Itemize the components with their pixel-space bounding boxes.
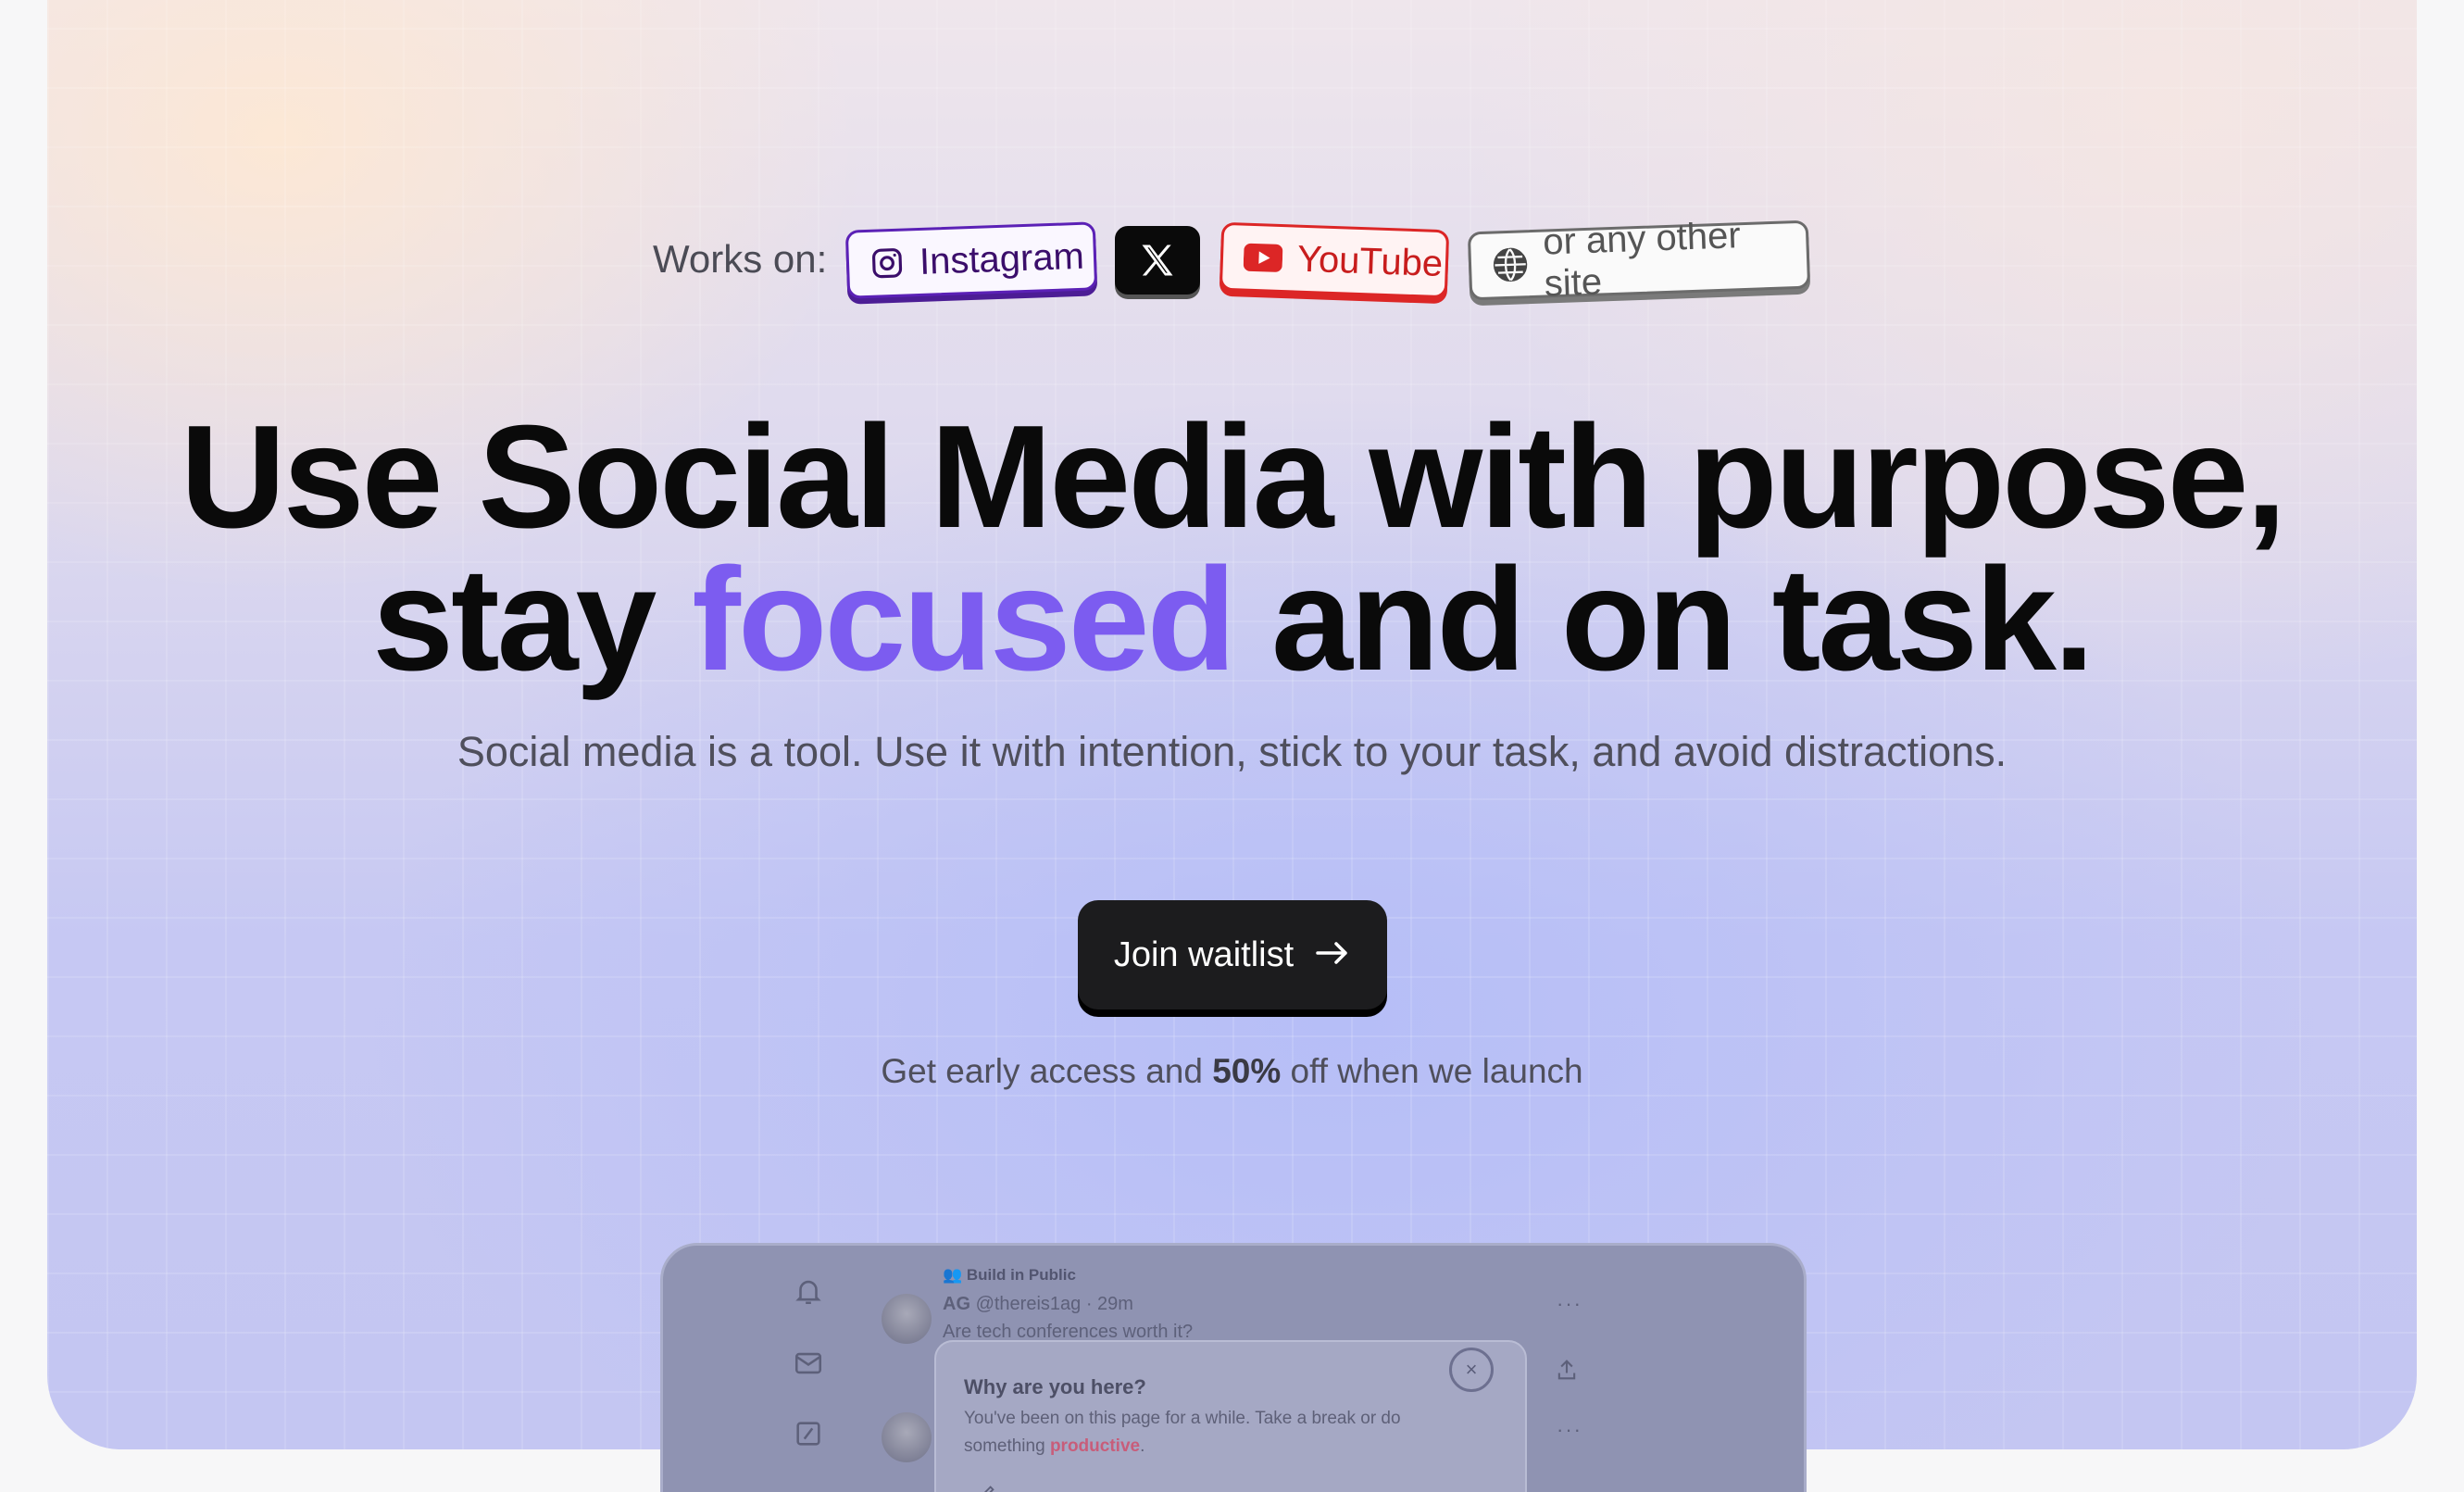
slash-box-icon — [793, 1418, 824, 1449]
join-waitlist-label: Join waitlist — [1113, 934, 1295, 974]
focus-modal: Why are you here? You've been on this pa… — [934, 1340, 1527, 1492]
subtitle: Social media is a tool. Use it with inte… — [457, 728, 2007, 775]
note-before: Get early access and — [881, 1052, 1213, 1090]
instagram-chip[interactable]: Instagram — [844, 221, 1098, 299]
modal-body: You've been on this page for a while. Ta… — [964, 1409, 1406, 1456]
modal-highlight: productive — [1049, 1436, 1141, 1456]
works-on-row: Works on: Instagram YouTube or any other… — [0, 215, 2464, 311]
app-preview: 👥 Build in Public AG @thereis1ag · 29m A… — [660, 1243, 1807, 1492]
share-icon[interactable] — [1554, 1357, 1580, 1387]
youtube-label: YouTube — [1296, 238, 1444, 284]
mail-icon — [793, 1348, 824, 1379]
bell-icon — [793, 1275, 824, 1307]
join-waitlist-button[interactable]: Join waitlist — [1078, 900, 1387, 1009]
arrow-right-icon — [1314, 935, 1351, 975]
avatar — [882, 1412, 932, 1462]
headline-line1: Use Social Media with purpose, — [180, 395, 2287, 558]
author-handle: @thereis1ag · 29m — [975, 1294, 1133, 1314]
globe-icon — [1491, 245, 1529, 283]
works-on-label: Works on: — [653, 237, 828, 281]
headline-line2-start: stay — [372, 538, 693, 701]
x-chip[interactable] — [1115, 226, 1200, 295]
note-discount: 50% — [1212, 1052, 1282, 1090]
post-meta: AG @thereis1ag · 29m — [943, 1294, 1133, 1315]
early-access-note: Get early access and 50% off when we lau… — [0, 1052, 2464, 1091]
instagram-label: Instagram — [919, 235, 1085, 282]
close-icon[interactable]: × — [1449, 1348, 1494, 1392]
avatar — [882, 1294, 932, 1344]
other-site-chip[interactable]: or any other site — [1467, 215, 1811, 305]
note-after: off when we launch — [1281, 1052, 1583, 1090]
x-logo-icon — [1137, 240, 1178, 281]
more-options-icon[interactable]: ··· — [1557, 1292, 1582, 1316]
community-icon: 👥 — [943, 1266, 967, 1284]
author-name: AG — [943, 1294, 970, 1314]
instagram-icon — [869, 245, 905, 282]
community-label: 👥 Build in Public — [943, 1266, 1076, 1284]
other-site-label: or any other site — [1542, 215, 1742, 305]
headline: Use Social Media with purpose, stay focu… — [0, 404, 2464, 693]
youtube-icon — [1243, 243, 1283, 273]
headline-accent: focused — [692, 538, 1236, 701]
youtube-chip[interactable]: YouTube — [1219, 221, 1450, 299]
modal-title: Why are you here? — [964, 1375, 1146, 1398]
edit-icon[interactable] — [977, 1483, 997, 1492]
hero-section — [47, 0, 2417, 1449]
background-grid — [47, 0, 2417, 1449]
headline-line2-end: and on task. — [1233, 538, 2095, 701]
more-options-icon[interactable]: ··· — [1557, 1418, 1582, 1442]
